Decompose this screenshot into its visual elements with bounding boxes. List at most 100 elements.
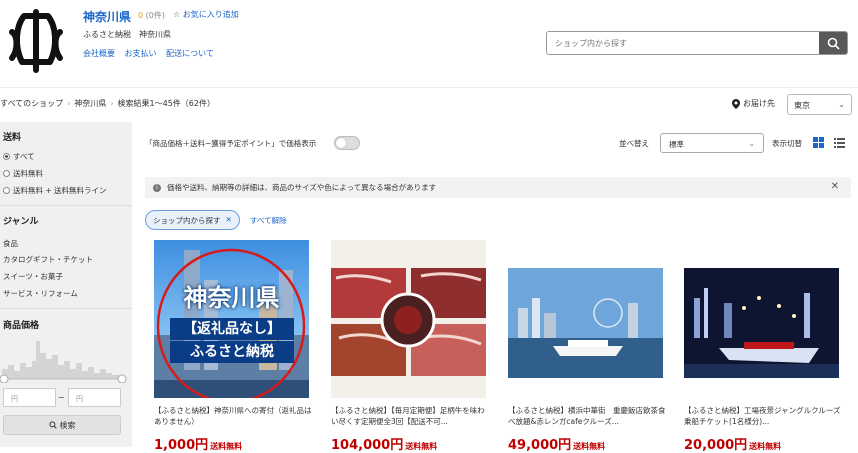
region-value: 東京 xyxy=(794,101,810,110)
wagyu-beef-image xyxy=(331,268,486,376)
price-heading: 商品価格 xyxy=(3,321,40,331)
shop-header: 神奈川県 0 (0件) ☆ お気に入り追加 ふるさと納税 神奈川県 会社概要 お… xyxy=(0,0,858,88)
price-range-separator: ~ xyxy=(58,393,65,402)
price-max-input[interactable]: 円 xyxy=(68,388,121,407)
favorite-link[interactable]: ☆ お気に入り追加 xyxy=(173,9,239,20)
search-button[interactable] xyxy=(819,32,847,54)
view-toggle-label: 表示切替 xyxy=(772,139,802,148)
radio xyxy=(3,170,10,177)
shop-logo[interactable] xyxy=(4,6,68,76)
genre-sweets[interactable]: スイーツ・お菓子 xyxy=(3,271,63,282)
delivery-label-text: お届け先 xyxy=(743,99,775,108)
shipping-heading: 送料 xyxy=(3,133,22,143)
image-title: 神奈川県 xyxy=(183,284,280,312)
price-histogram xyxy=(0,341,127,383)
genre-services[interactable]: サービス・リフォーム xyxy=(3,288,78,299)
product-title[interactable]: 【ふるさと納税】横浜中華街 重慶飯店飲茶食べ放題&赤レンガcafeクルーズ... xyxy=(508,405,666,427)
close-icon[interactable]: ✕ xyxy=(226,215,232,225)
payment-link[interactable]: お支払い xyxy=(125,49,157,58)
price-display-toggle[interactable] xyxy=(334,136,360,150)
grid-view-icon[interactable] xyxy=(813,137,824,148)
product-title[interactable]: 【ふるさと納税】工場夜景ジャングルクルーズ乗船チケット(1名様分)... xyxy=(684,405,842,427)
rating-count[interactable]: 0 (0件) xyxy=(138,10,165,21)
filter-chip[interactable]: ショップ内から探す ✕ xyxy=(145,210,240,230)
list-view-icon[interactable] xyxy=(834,137,845,148)
shop-info-links: 会社概要 お支払い 配送について xyxy=(83,48,221,59)
product-price: 1,000円 送料無料 xyxy=(154,434,242,453)
delivery-label: お届け先 xyxy=(732,98,775,109)
shipping-info-link[interactable]: 配送について xyxy=(166,49,214,58)
product-image[interactable] xyxy=(331,240,486,398)
favorite-label: お気に入り追加 xyxy=(182,10,239,19)
price-value: 104,000円 xyxy=(331,438,404,453)
shipping-option-all[interactable]: すべて xyxy=(3,151,35,162)
image-subtitle: 【返礼品なし】 xyxy=(170,318,294,340)
price-min-input[interactable]: 円 xyxy=(3,388,56,407)
shop-name-link[interactable]: 神奈川県 xyxy=(83,8,131,25)
price-search-button[interactable]: 検索 xyxy=(3,415,121,435)
product-title[interactable]: 【ふるさと納税】神奈川県への寄付（返礼品はありません） xyxy=(154,405,312,427)
shop-subtitle: ふるさと納税 神奈川県 xyxy=(83,30,171,39)
info-icon: i xyxy=(153,183,161,192)
filter-chip-label: ショップ内から探す xyxy=(153,216,221,225)
rating-number: 0 xyxy=(138,11,144,20)
shop-search-input[interactable] xyxy=(547,32,819,54)
shipping-option-label: 送料無料 + 送料無料ライン xyxy=(13,186,107,195)
price-slider-min-handle[interactable] xyxy=(0,374,9,383)
shipping-option-free[interactable]: 送料無料 xyxy=(3,168,43,179)
product-price: 104,000円 送料無料 xyxy=(331,434,437,453)
breadcrumb: すべてのショップ › 神奈川県 › 検索結果1～45件（62件） xyxy=(0,98,215,109)
breadcrumb-separator: › xyxy=(110,99,114,108)
location-pin-icon xyxy=(732,98,740,109)
clear-all-link[interactable]: すべて解除 xyxy=(250,215,287,226)
shipping-option-free-line[interactable]: 送料無料 + 送料無料ライン xyxy=(3,185,107,196)
image-caption: ふるさと納税 xyxy=(170,341,294,363)
radio xyxy=(3,187,10,194)
chevron-down-icon: ⌄ xyxy=(748,139,755,148)
notice-text: 価格や送料、納期等の詳細は、商品のサイズや色によって異なる場合があります xyxy=(167,183,437,192)
genre-food[interactable]: 食品 xyxy=(3,238,18,249)
breadcrumb-shop[interactable]: 神奈川県 xyxy=(74,99,106,108)
product-price: 20,000円 送料無料 xyxy=(684,434,781,453)
chevron-down-icon: ⌄ xyxy=(838,100,845,109)
sort-value: 標準 xyxy=(669,140,684,149)
product-title[interactable]: 【ふるさと納税】【毎月定期便】足柄牛を味わい尽くす定期便全3回【配送不可... xyxy=(331,405,489,427)
divider xyxy=(0,205,132,206)
region-select[interactable]: 東京 ⌄ xyxy=(787,94,852,115)
price-display-label: 「商品価格＋送料−獲得予定ポイント」で価格表示 xyxy=(145,139,317,148)
price-value: 20,000円 xyxy=(684,438,748,453)
cruise-ship-image xyxy=(508,268,663,378)
breadcrumb-separator: › xyxy=(67,99,71,108)
shipping-option-label: 送料無料 xyxy=(13,169,43,178)
product-image[interactable]: 神奈川県 【返礼品なし】 ふるさと納税 xyxy=(154,240,309,398)
price-value: 49,000円 xyxy=(508,438,572,453)
divider xyxy=(0,308,132,309)
night-cruise-image xyxy=(684,268,839,378)
radio-selected xyxy=(3,153,10,160)
product-card[interactable]: 神奈川県 【返礼品なし】 ふるさと納税 【ふるさと納税】神奈川県への寄付（返礼品… xyxy=(154,240,312,453)
star-icon: ☆ xyxy=(173,10,181,19)
genre-heading: ジャンル xyxy=(3,217,39,227)
result-count: 検索結果1～45件（62件） xyxy=(117,99,215,108)
product-image[interactable] xyxy=(508,240,663,398)
notice-banner: i 価格や送料、納期等の詳細は、商品のサイズや色によって異なる場合があります ✕ xyxy=(145,177,851,198)
genre-catalog-gift[interactable]: カタログギフト・チケット xyxy=(3,254,93,265)
price-search-label: 検索 xyxy=(59,420,76,430)
close-icon[interactable]: ✕ xyxy=(831,181,839,192)
rating-suffix: (0件) xyxy=(145,11,165,20)
product-card[interactable]: 【ふるさと納税】横浜中華街 重慶飯店飲茶食べ放題&赤レンガcafeクルーズ...… xyxy=(508,240,666,453)
price-value: 1,000円 xyxy=(154,438,209,453)
shipping-option-label: すべて xyxy=(13,152,35,161)
shop-search-box xyxy=(546,31,848,55)
company-info-link[interactable]: 会社概要 xyxy=(83,49,115,58)
product-price: 49,000円 送料無料 xyxy=(508,434,605,453)
product-card[interactable]: 【ふるさと納税】【毎月定期便】足柄牛を味わい尽くす定期便全3回【配送不可... … xyxy=(331,240,489,453)
sort-label: 並べ替え xyxy=(619,139,649,148)
breadcrumb-all-shops[interactable]: すべてのショップ xyxy=(0,99,63,108)
sort-select[interactable]: 標準 ⌄ xyxy=(660,133,764,153)
search-icon xyxy=(48,421,57,429)
product-card[interactable]: 【ふるさと納税】工場夜景ジャングルクルーズ乗船チケット(1名様分)... 20,… xyxy=(684,240,842,453)
product-image[interactable] xyxy=(684,240,839,398)
price-slider-max-handle[interactable] xyxy=(117,374,127,383)
search-icon xyxy=(827,37,840,50)
